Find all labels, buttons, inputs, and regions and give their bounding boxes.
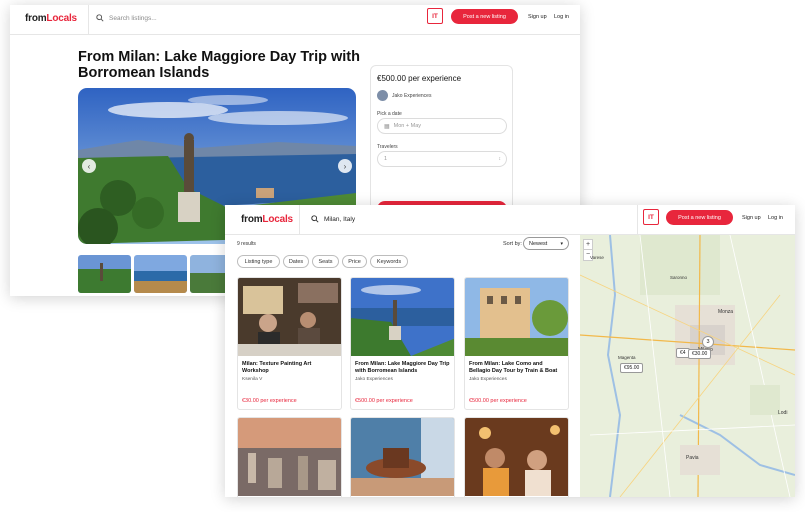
map-label-saronno: Saronno: [670, 275, 688, 280]
search-value: Milan, Italy: [324, 215, 356, 223]
map-label-pavia: Pavia: [686, 455, 699, 461]
listing-price: €500.00 per experience: [469, 398, 527, 404]
map-label-lodi: Lodi: [778, 410, 788, 416]
map-label-varese: Varese: [590, 255, 604, 260]
divider: [637, 205, 638, 235]
logo-accent-text: Locals: [46, 13, 77, 24]
photo-thumbnail[interactable]: [78, 255, 131, 293]
listing-image: [465, 278, 568, 356]
listing-host: Jako Experiences: [355, 377, 393, 382]
chevron-down-icon: ▾: [560, 240, 563, 247]
sort-select[interactable]: Newest ▾: [523, 237, 569, 250]
filter-dates[interactable]: Dates: [283, 255, 309, 268]
date-placeholder: Mon + May: [393, 123, 422, 129]
listing-price: €500.00 per experience: [355, 398, 413, 404]
filter-seats[interactable]: Seats: [312, 255, 339, 268]
filter-listing-type[interactable]: Listing type: [237, 255, 280, 268]
prev-photo-button[interactable]: ‹: [82, 159, 96, 173]
logo[interactable]: fromLocals: [25, 13, 77, 24]
listing-card[interactable]: From Milan: Lake Como and Bellagio Day T…: [464, 277, 569, 410]
filter-price[interactable]: Price: [342, 255, 367, 268]
divider: [299, 205, 300, 235]
map-label-monza: Monza: [718, 309, 734, 315]
travelers-stepper[interactable]: 1 ↕: [377, 151, 507, 167]
listing-image: [351, 418, 454, 496]
price-label: €500.00 per experience: [377, 74, 462, 83]
search-results-window: fromLocals Milan, Italy IT Post a new li…: [225, 205, 795, 497]
top-navigation: fromLocals Milan, Italy IT Post a new li…: [225, 205, 795, 235]
map-label-magenta: Magenta: [618, 355, 636, 360]
map-price-pin[interactable]: €30.00: [688, 349, 712, 359]
logo-accent-text: Locals: [262, 214, 293, 225]
login-link[interactable]: Log in: [768, 215, 783, 221]
logo[interactable]: fromLocals: [241, 214, 293, 225]
listing-image: [238, 418, 341, 496]
travelers-value: 1: [384, 156, 388, 162]
post-listing-button[interactable]: Post a new listing: [666, 210, 733, 225]
listing-title: From Milan: Lake Como and Bellagio Day T…: [469, 361, 558, 374]
listing-title: From Milan: Lake Maggiore Day Trip with …: [355, 361, 450, 374]
results-map[interactable]: + − Monza Milano Lodi Pavia Magenta Saro…: [580, 235, 795, 497]
language-button[interactable]: IT: [643, 209, 659, 225]
listing-card[interactable]: From Milan: Lake Maggiore Day Trip with …: [350, 277, 455, 410]
listing-card[interactable]: [350, 417, 455, 497]
search-icon: [311, 215, 319, 223]
listing-image: [465, 418, 568, 496]
page-title: From Milan: Lake Maggiore Day Trip with …: [78, 49, 360, 81]
chevron-updown-icon: ↕: [498, 156, 502, 162]
host-name: Jako Experiences: [392, 93, 432, 99]
map-cluster-marker[interactable]: 3: [702, 336, 714, 348]
listing-image: [238, 278, 341, 356]
next-photo-button[interactable]: ›: [338, 159, 352, 173]
sort-label: Sort by:: [503, 241, 522, 247]
location-search-input[interactable]: Milan, Italy: [311, 215, 355, 223]
avatar: [377, 90, 388, 101]
listing-image: [351, 278, 454, 356]
listing-host: Ksenila V: [242, 377, 263, 382]
date-picker[interactable]: ▦ Mon + May: [377, 118, 507, 134]
calendar-icon: ▦: [384, 123, 390, 130]
divider: [88, 5, 89, 35]
post-listing-button[interactable]: Post a new listing: [451, 9, 518, 24]
date-label: Pick a date: [377, 111, 402, 117]
map-price-pin[interactable]: €95.00: [620, 363, 644, 373]
logo-text: from: [25, 13, 47, 24]
top-navigation: fromLocals Search listings... IT Post a …: [10, 5, 580, 35]
search-placeholder: Search listings...: [109, 14, 157, 22]
signup-link[interactable]: Sign up: [528, 14, 547, 20]
results-count: 9 results: [237, 241, 256, 247]
listing-card[interactable]: Milan: Texture Painting Art Workshop Kse…: [237, 277, 342, 410]
search-input[interactable]: Search listings...: [96, 14, 157, 22]
listing-price: €30.00 per experience: [242, 398, 297, 404]
search-icon: [96, 14, 104, 22]
filter-keywords[interactable]: Keywords: [370, 255, 408, 268]
travelers-label: Travelers: [377, 144, 398, 150]
listing-card[interactable]: [464, 417, 569, 497]
login-link[interactable]: Log in: [554, 14, 569, 20]
listing-card[interactable]: [237, 417, 342, 497]
listing-host: Jako Experiences: [469, 377, 507, 382]
language-button[interactable]: IT: [427, 8, 443, 24]
listing-title: Milan: Texture Painting Art Workshop: [242, 361, 312, 374]
photo-thumbnail[interactable]: [134, 255, 187, 293]
sort-value: Newest: [529, 240, 548, 247]
signup-link[interactable]: Sign up: [742, 215, 761, 221]
logo-text: from: [241, 214, 263, 225]
